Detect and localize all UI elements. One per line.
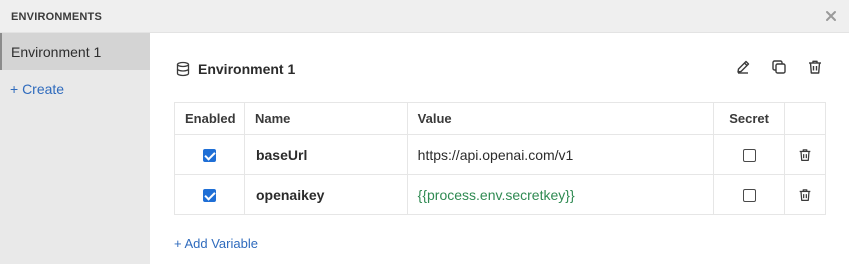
sidebar-item-environment-1[interactable]: Environment 1 [0,33,150,70]
variable-name[interactable]: openaikey [243,174,408,215]
column-header-name: Name [243,102,408,135]
trash-icon[interactable] [806,58,824,76]
close-icon[interactable] [825,10,837,22]
trash-icon[interactable] [797,147,813,163]
environments-sidebar: Environment 1 + Create [0,33,150,264]
secret-checkbox[interactable] [742,149,756,163]
column-header-enabled: Enabled [174,102,245,135]
variable-value[interactable]: https://api.openai.com/v1 [406,134,715,175]
secret-checkbox[interactable] [742,189,756,203]
trash-icon[interactable] [797,187,813,203]
enabled-cell [174,134,245,175]
modal-titlebar: ENVIRONMENTS [0,0,849,33]
table-row: openaikey {{process.env.secretkey}} [174,174,826,215]
secret-cell [713,134,786,175]
delete-cell [784,134,826,175]
copy-icon[interactable] [770,58,788,76]
create-environment-link[interactable]: + Create [10,81,64,97]
enabled-checkbox[interactable] [202,189,216,203]
environment-title: Environment 1 [198,61,296,77]
column-header-value: Value [406,102,715,135]
column-header-secret: Secret [713,102,786,135]
database-icon [176,61,190,77]
edit-icon[interactable] [734,58,752,76]
secret-cell [713,174,786,215]
environment-actions [734,58,842,76]
modal-title: ENVIRONMENTS [11,11,103,23]
enabled-cell [174,174,245,215]
column-header-delete [784,102,826,135]
table-row: baseUrl https://api.openai.com/v1 [174,134,826,175]
sidebar-item-label: Environment 1 [11,44,102,60]
enabled-checkbox[interactable] [202,149,216,163]
table-header-row: Enabled Name Value Secret [174,102,826,135]
environment-details: Environment 1 Enabled Name Value Secret [150,33,849,264]
delete-cell [784,174,826,215]
environment-header: Environment 1 [175,60,295,78]
variables-table: Enabled Name Value Secret baseUrl https:… [174,102,826,215]
add-variable-link[interactable]: + Add Variable [174,236,258,251]
variable-value[interactable]: {{process.env.secretkey}} [406,174,715,215]
variable-name[interactable]: baseUrl [243,134,408,175]
